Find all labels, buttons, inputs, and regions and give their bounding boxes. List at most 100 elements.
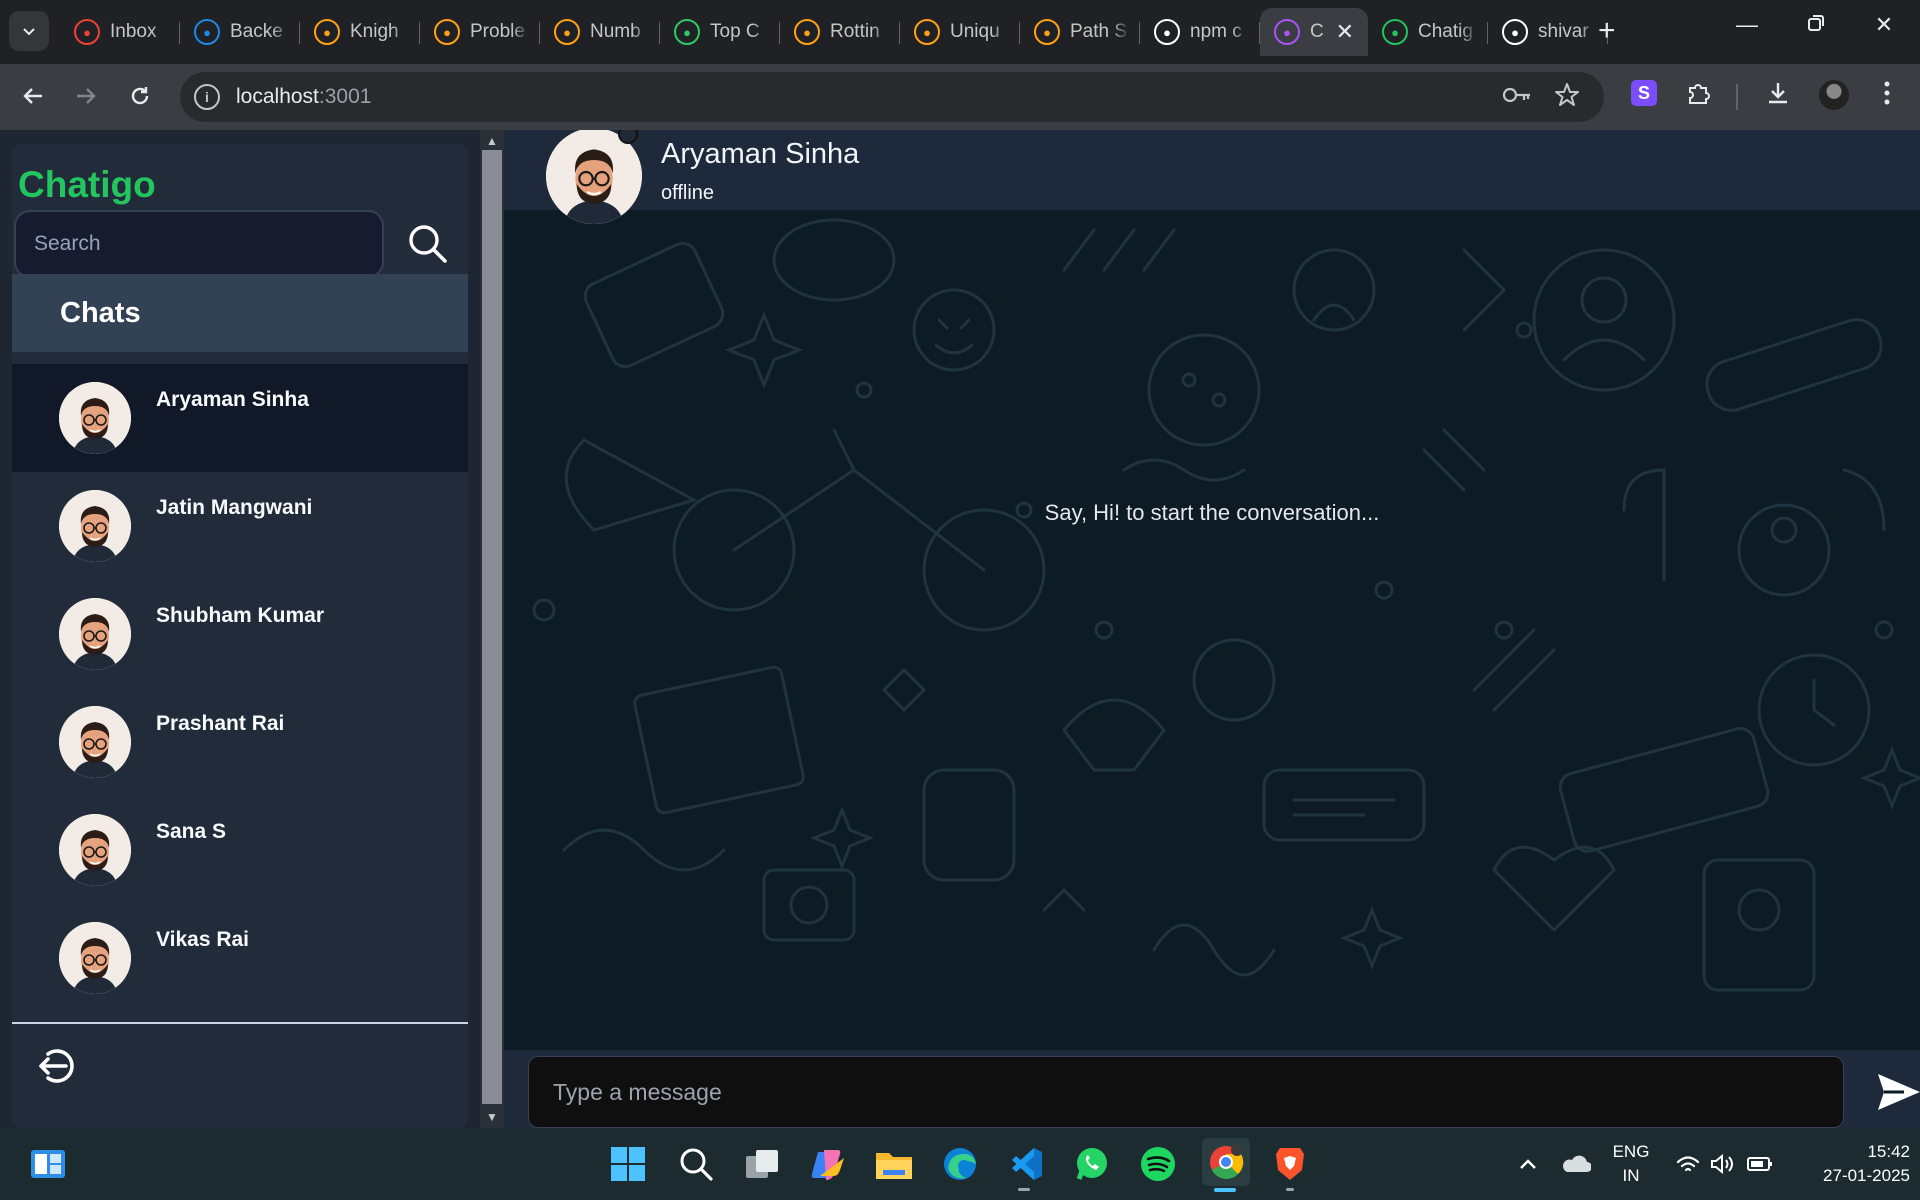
search-button[interactable] <box>404 220 452 268</box>
browser-toolbar: i localhost:3001 S <box>0 64 1920 130</box>
sidebar-scrollbar[interactable]: ▲ ▼ <box>480 130 504 1128</box>
browser-tab[interactable]: ● Top C <box>660 8 780 56</box>
restore-button[interactable] <box>1796 12 1836 38</box>
forward-button[interactable] <box>68 78 104 114</box>
spotify-icon[interactable] <box>1138 1144 1178 1184</box>
send-button[interactable] <box>1874 1068 1920 1116</box>
chat-name: Aryaman Sinha <box>156 388 309 411</box>
url-text[interactable]: localhost:3001 <box>236 85 371 109</box>
compose-bar <box>504 1050 1920 1128</box>
volume-icon[interactable] <box>1702 1144 1742 1184</box>
whatsapp-icon[interactable] <box>1072 1144 1112 1184</box>
site-info-icon[interactable]: i <box>194 84 220 110</box>
browser-tab[interactable]: ● npm c <box>1140 8 1260 56</box>
chrome-taskbar-icon[interactable] <box>1202 1138 1250 1186</box>
chat-avatar <box>59 922 131 994</box>
arrow-left-icon <box>23 88 42 104</box>
browser-tab[interactable]: ● Uniqu <box>900 8 1020 56</box>
logout-button[interactable] <box>36 1044 80 1088</box>
chrome-active-indicator <box>1214 1188 1236 1192</box>
leetcode-icon: ● <box>1034 19 1060 45</box>
new-tab-button[interactable]: + <box>1598 14 1616 48</box>
close-tab-icon[interactable]: ✕ <box>1336 19 1354 45</box>
browser-tab-label: Uniqu <box>950 21 1000 42</box>
gmail-icon: ● <box>74 19 100 45</box>
password-key-icon[interactable] <box>1500 84 1534 113</box>
extensions-puzzle-icon[interactable] <box>1682 80 1716 113</box>
conversation-header: Aryaman Sinha offline <box>504 130 1920 224</box>
leetcode-icon: ● <box>914 19 940 45</box>
chat-name: Jatin Mangwani <box>156 496 313 519</box>
message-input[interactable] <box>528 1056 1844 1128</box>
browser-tab[interactable]: ● C ✕ <box>1260 8 1368 56</box>
browser-tab-label: Rottin <box>830 21 880 42</box>
vscode-running-indicator <box>1018 1188 1030 1191</box>
region-code: IN <box>1622 1166 1640 1185</box>
reload-button[interactable] <box>122 78 158 114</box>
file-explorer-icon[interactable] <box>874 1144 914 1184</box>
browser-tab[interactable]: ● Proble <box>420 8 540 56</box>
download-icon[interactable] <box>1761 80 1795 113</box>
brave-running-indicator <box>1286 1188 1294 1191</box>
edge-browser-icon[interactable] <box>940 1144 980 1184</box>
browser-tab-label: npm c <box>1190 21 1242 42</box>
battery-icon[interactable] <box>1740 1144 1780 1184</box>
chat-avatar <box>59 706 131 778</box>
browser-tab-strip: ● Inbox ● Backe ● Knigh ● Proble ● Numb ● Top C ● Rot… <box>0 0 1920 64</box>
brave-browser-icon[interactable] <box>1270 1144 1310 1184</box>
taskbar-search-icon[interactable] <box>676 1144 716 1184</box>
browser-tab[interactable]: ● shivar <box>1488 8 1608 56</box>
vite-icon: ● <box>1274 19 1300 45</box>
empty-conversation-message: Say, Hi! to start the conversation... <box>1044 500 1380 525</box>
search-input[interactable] <box>14 210 384 278</box>
tab-list: ● Inbox ● Backe ● Knigh ● Proble ● Numb ● Top C ● Rot… <box>60 8 1608 56</box>
address-bar[interactable]: i localhost:3001 <box>180 72 1604 122</box>
leetcode-icon: ● <box>794 19 820 45</box>
vscode-icon[interactable] <box>1006 1144 1046 1184</box>
clock[interactable]: 15:42 27-01-2025 <box>1790 1142 1910 1186</box>
chart-icon: ● <box>434 19 460 45</box>
browser-tab[interactable]: ● Numb <box>540 8 660 56</box>
search-icon <box>409 225 447 263</box>
toolbar-divider <box>1736 84 1738 110</box>
task-view-icon[interactable] <box>742 1144 782 1184</box>
browser-tab[interactable]: ● Knigh <box>300 8 420 56</box>
send-icon <box>1878 1074 1920 1110</box>
browser-tab[interactable]: ● Backe <box>180 8 300 56</box>
leetcode-icon: ● <box>314 19 340 45</box>
scroll-down-arrow[interactable]: ▼ <box>480 1108 504 1126</box>
hackerrank-icon: ● <box>674 19 700 45</box>
scroll-up-arrow[interactable]: ▲ <box>480 132 504 150</box>
language-indicator[interactable]: ENG IN <box>1606 1142 1656 1186</box>
chat-list-item[interactable]: Sana S <box>12 796 468 904</box>
extension-s-icon[interactable]: S <box>1631 80 1657 106</box>
scrollbar-thumb[interactable] <box>482 150 502 1104</box>
windows-start-icon[interactable] <box>608 1144 648 1184</box>
profile-avatar[interactable] <box>1819 80 1849 110</box>
openai-icon: ● <box>1154 19 1180 45</box>
browser-tab[interactable]: ● Rottin <box>780 8 900 56</box>
tab-search-button[interactable] <box>9 11 49 51</box>
chat-list-item[interactable]: Shubham Kumar <box>12 580 468 688</box>
browser-tab[interactable]: ● Inbox <box>60 8 180 56</box>
browser-tab[interactable]: ● Chatig <box>1368 8 1488 56</box>
back-button[interactable] <box>15 78 51 114</box>
arrow-right-icon <box>77 88 96 104</box>
chat-avatar <box>59 490 131 562</box>
windows-taskbar: ENG IN 15:42 27-01-2025 <box>0 1128 1920 1200</box>
minimize-button[interactable]: — <box>1727 12 1767 38</box>
onedrive-cloud-icon[interactable] <box>1556 1144 1596 1184</box>
chat-list-item[interactable]: Aryaman Sinha <box>12 364 468 472</box>
chat-avatar <box>59 814 131 886</box>
chat-list-item[interactable]: Jatin Mangwani <box>12 472 468 580</box>
chat-list-item[interactable]: Prashant Rai <box>12 688 468 796</box>
widgets-icon[interactable] <box>28 1144 68 1184</box>
copilot-icon[interactable] <box>808 1144 848 1184</box>
chat-list-item[interactable]: Vikas Rai <box>12 904 468 1012</box>
browser-tab[interactable]: ● Path S <box>1020 8 1140 56</box>
close-window-button[interactable]: ✕ <box>1864 12 1904 38</box>
show-hidden-icons-button[interactable] <box>1508 1144 1548 1184</box>
more-menu-icon[interactable] <box>1870 80 1904 113</box>
bookmark-star-icon[interactable] <box>1550 82 1584 115</box>
contact-avatar[interactable] <box>546 130 642 224</box>
